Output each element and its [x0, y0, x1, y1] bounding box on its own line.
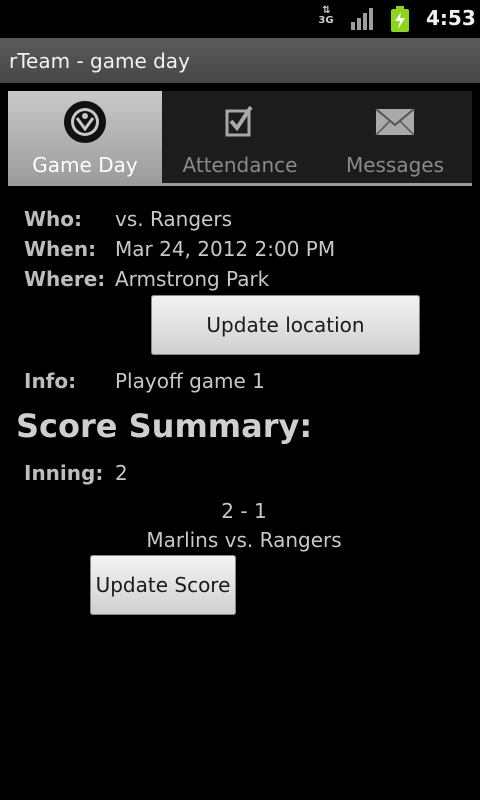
- battery-charging-icon: [391, 6, 409, 32]
- inning-value: 2: [115, 461, 128, 485]
- title-bar: rTeam - game day: [0, 38, 480, 83]
- who-label: Who:: [24, 207, 83, 231]
- envelope-icon: [375, 108, 415, 136]
- tab-game-day[interactable]: Game Day: [8, 91, 162, 183]
- where-value: Armstrong Park: [115, 267, 270, 291]
- status-bar: ⇅ 3G 4:53: [0, 0, 480, 38]
- home-score: 2: [221, 499, 235, 523]
- score-line: 2 - 1: [4, 499, 480, 523]
- app-title: rTeam - game day: [9, 49, 190, 73]
- where-label: Where:: [24, 267, 106, 291]
- team-logo-icon: [64, 101, 106, 143]
- tab-attendance-label: Attendance: [182, 153, 298, 177]
- away-score: 1: [253, 499, 267, 523]
- home-team: Marlins: [146, 528, 219, 552]
- update-location-button[interactable]: Update location: [151, 295, 420, 355]
- network-type-label: 3G: [318, 15, 334, 26]
- when-label: When:: [24, 237, 97, 261]
- tab-underline: [8, 183, 472, 186]
- inning-label: Inning:: [24, 461, 104, 485]
- teams-line: Marlins vs. Rangers: [4, 528, 480, 552]
- away-team: Rangers: [259, 528, 342, 552]
- tab-game-day-label: Game Day: [32, 153, 138, 177]
- tab-messages-label: Messages: [345, 153, 445, 177]
- score-separator: -: [240, 499, 248, 523]
- clock-time: 4:53: [426, 6, 476, 30]
- info-value: Playoff game 1: [115, 369, 265, 393]
- who-value: vs. Rangers: [115, 207, 233, 231]
- score-summary-heading: Score Summary:: [16, 407, 313, 445]
- when-value: Mar 24, 2012 2:00 PM: [115, 237, 336, 261]
- network-3g-icon: ⇅ 3G: [314, 6, 338, 32]
- tab-attendance[interactable]: Attendance: [163, 91, 317, 183]
- checkbox-icon: [225, 105, 253, 137]
- info-label: Info:: [24, 369, 77, 393]
- signal-bars-icon: [351, 8, 373, 30]
- tab-messages[interactable]: Messages: [318, 91, 472, 183]
- vs-text: vs.: [224, 528, 254, 552]
- update-score-button[interactable]: Update Score: [90, 555, 236, 615]
- tab-bar: Game Day Attendance Messages: [8, 91, 472, 186]
